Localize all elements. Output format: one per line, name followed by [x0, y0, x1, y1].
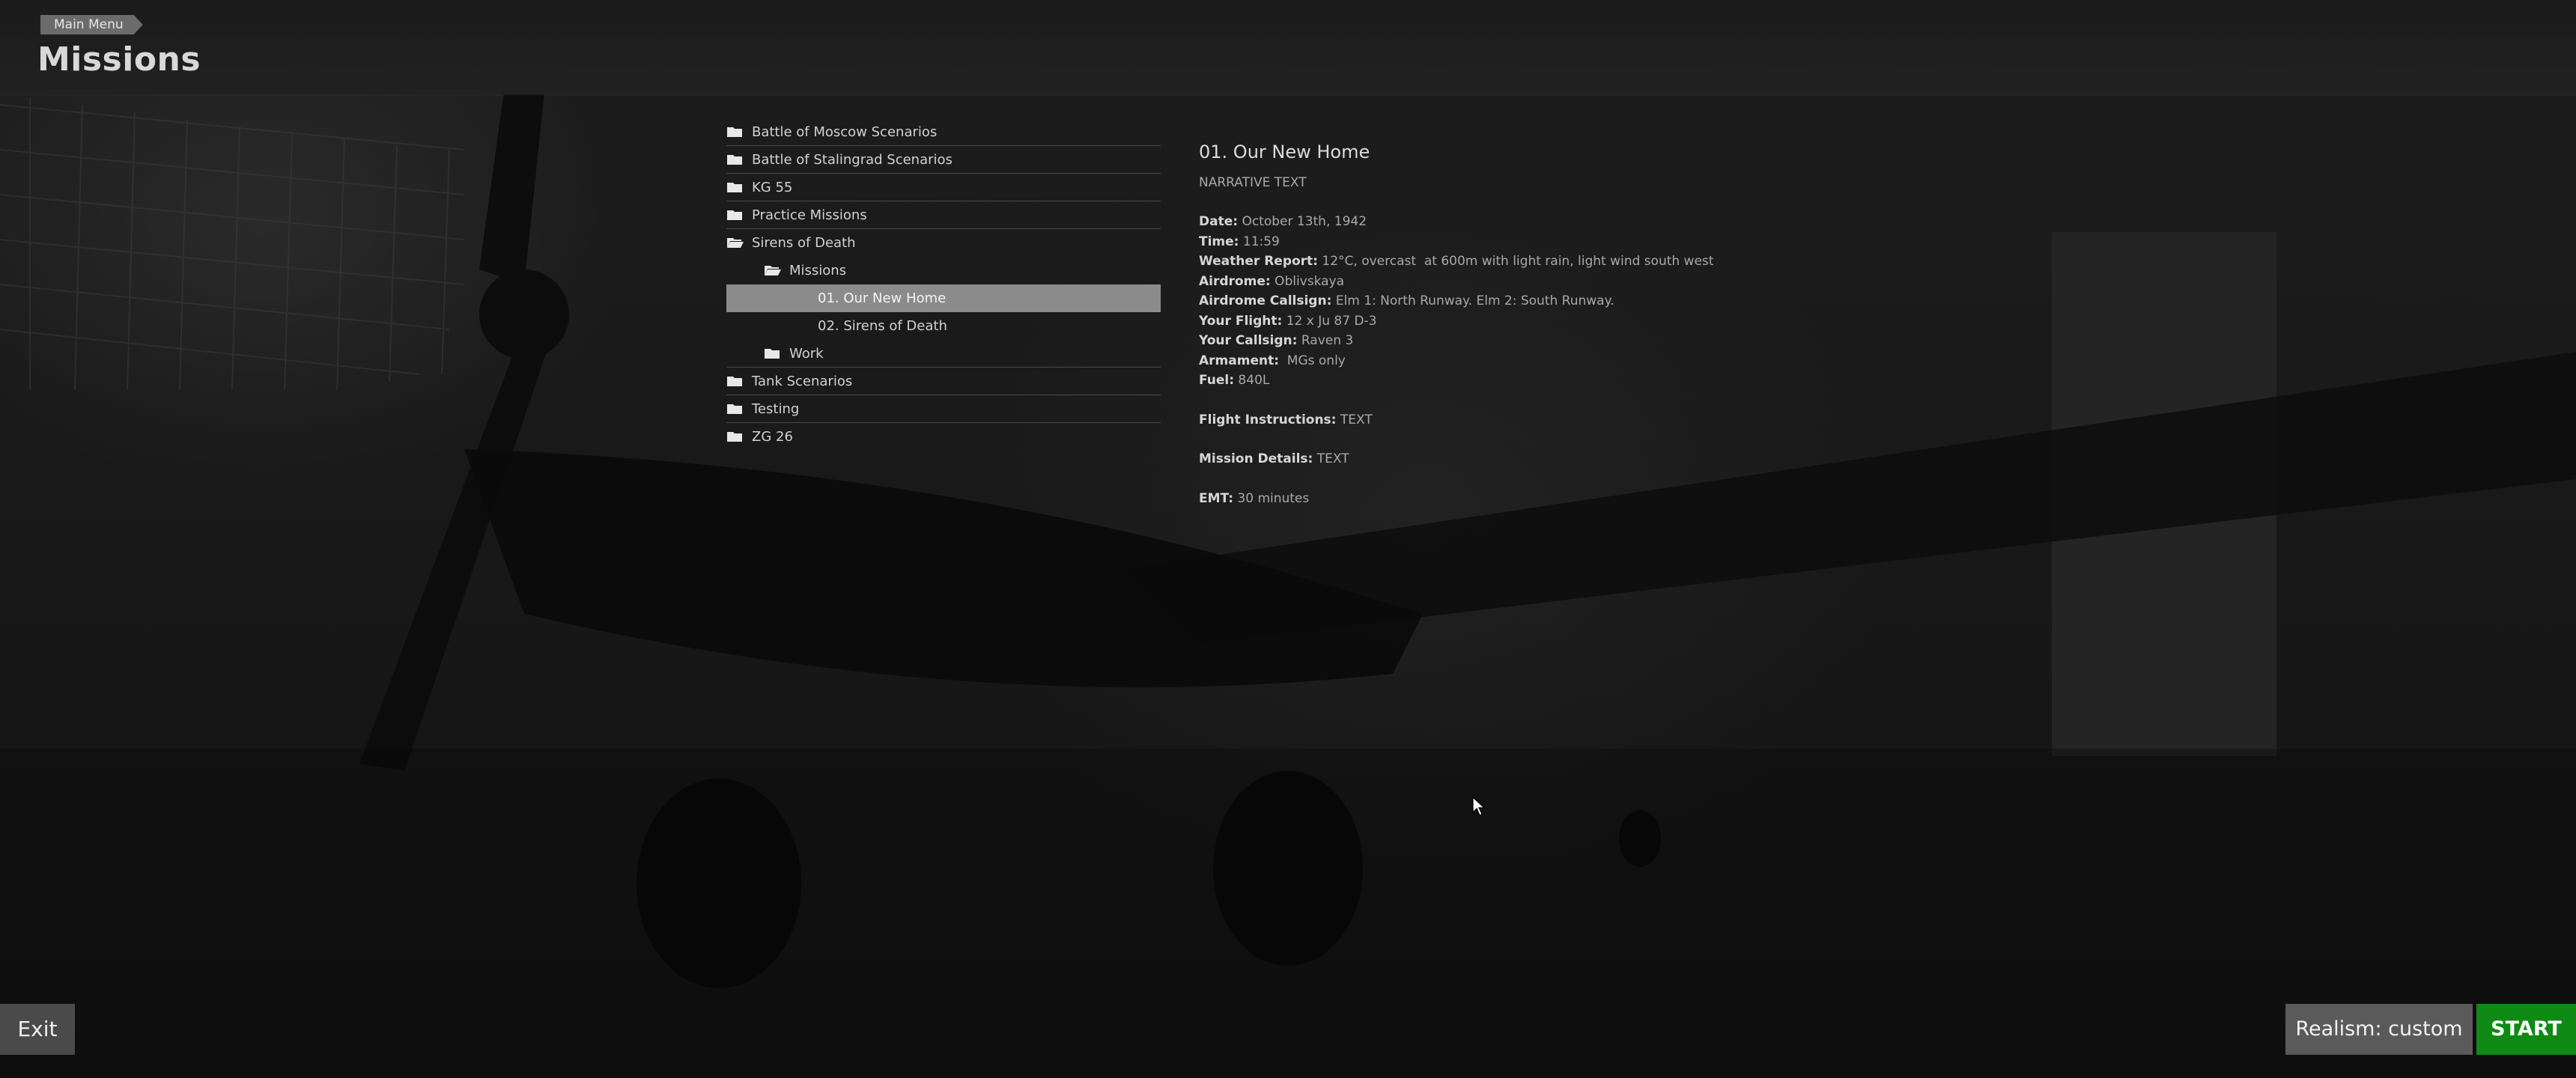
page-title: Missions — [37, 40, 201, 79]
airdrome-callsign-value: Elm 1: North Runway. Elm 2: South Runway… — [1331, 293, 1614, 308]
mission-tree: Battle of Moscow Scenarios Battle of Sta… — [726, 118, 1161, 451]
date-value: October 13th, 1942 — [1238, 214, 1367, 229]
tree-item-work[interactable]: Work — [726, 340, 1161, 368]
tree-item-label: 02. Sirens of Death — [818, 317, 947, 334]
exit-button[interactable]: Exit — [0, 1004, 75, 1055]
mission-details: Mission Details: TEXT — [1199, 449, 1948, 469]
weather-value: 12°C, overcast at 600m with light rain, … — [1318, 254, 1714, 269]
tree-item-missions[interactable]: Missions — [726, 257, 1161, 284]
time-label: Time: — [1199, 234, 1239, 249]
tree-item-sirens-of-death-mission[interactable]: 02. Sirens of Death — [726, 312, 1161, 340]
tree-item-battle-of-stalingrad[interactable]: Battle of Stalingrad Scenarios — [726, 146, 1161, 174]
tree-item-our-new-home[interactable]: 01. Our New Home — [726, 284, 1161, 312]
time-value: 11:59 — [1239, 234, 1280, 249]
mission-flight-instructions: Flight Instructions: TEXT — [1199, 410, 1948, 430]
mission-details-panel: 01. Our New Home NARRATIVE TEXT Date: Oc… — [1199, 142, 1948, 508]
folder-closed-icon — [726, 430, 744, 443]
fuel-value: 840L — [1234, 373, 1270, 388]
tree-item-label: Missions — [789, 262, 847, 278]
folder-open-icon — [726, 236, 744, 249]
mission-time: Time: 11:59 — [1199, 232, 1948, 252]
mission-fuel: Fuel: 840L — [1199, 371, 1948, 391]
mission-weather: Weather Report: 12°C, overcast at 600m w… — [1199, 252, 1948, 272]
tree-item-label: Testing — [752, 401, 800, 417]
mission-emt: EMT: 30 minutes — [1199, 489, 1948, 509]
date-label: Date: — [1199, 214, 1239, 229]
folder-closed-icon — [726, 125, 744, 138]
folder-closed-icon — [726, 374, 744, 388]
flight-label: Your Flight: — [1199, 313, 1283, 329]
tree-item-sirens-of-death[interactable]: Sirens of Death — [726, 229, 1161, 257]
tree-item-label: KG 55 — [752, 179, 793, 195]
tree-item-kg-55[interactable]: KG 55 — [726, 174, 1161, 201]
tree-item-tank-scenarios[interactable]: Tank Scenarios — [726, 368, 1161, 395]
airdrome-value: Oblivskaya — [1270, 273, 1345, 289]
folder-open-icon — [764, 264, 782, 277]
mission-details-label: Mission Details: — [1199, 451, 1313, 466]
armament-label: Armament: — [1199, 353, 1279, 368]
your-callsign-label: Your Callsign: — [1199, 333, 1298, 348]
airdrome-callsign-label: Airdrome Callsign: — [1199, 293, 1332, 308]
tree-item-label: Practice Missions — [752, 207, 867, 223]
weather-label: Weather Report: — [1199, 254, 1318, 269]
tree-item-zg-26[interactable]: ZG 26 — [726, 423, 1161, 451]
mission-date: Date: October 13th, 1942 — [1199, 212, 1948, 232]
mission-narrative: NARRATIVE TEXT — [1199, 174, 1307, 190]
folder-closed-icon — [726, 153, 744, 166]
breadcrumb-main-menu[interactable]: Main Menu — [40, 15, 143, 34]
flight-instructions-label: Flight Instructions: — [1199, 412, 1337, 427]
mission-armament: Armament: MGs only — [1199, 351, 1948, 371]
tree-item-label: Work — [789, 345, 824, 362]
tree-item-label: Battle of Stalingrad Scenarios — [752, 151, 953, 168]
flight-instructions-value: TEXT — [1336, 412, 1373, 427]
mission-your-callsign: Your Callsign: Raven 3 — [1199, 331, 1948, 351]
mission-airdrome: Airdrome: Oblivskaya — [1199, 272, 1948, 292]
emt-value: 30 minutes — [1233, 490, 1310, 506]
mission-flight: Your Flight: 12 x Ju 87 D-3 — [1199, 311, 1948, 332]
tree-item-label: 01. Our New Home — [818, 290, 947, 306]
mission-title: 01. Our New Home — [1199, 141, 1370, 162]
tree-item-label: ZG 26 — [752, 428, 793, 445]
tree-item-battle-of-moscow[interactable]: Battle of Moscow Scenarios — [726, 118, 1161, 146]
realism-button[interactable]: Realism: custom — [2285, 1004, 2473, 1055]
mission-details-value: TEXT — [1313, 451, 1349, 466]
tree-item-testing[interactable]: Testing — [726, 395, 1161, 423]
folder-closed-icon — [726, 208, 744, 222]
folder-closed-icon — [764, 347, 782, 360]
emt-label: EMT: — [1199, 490, 1233, 506]
start-button[interactable]: START — [2476, 1004, 2576, 1055]
mouse-cursor-icon — [1472, 797, 1486, 816]
tree-item-label: Tank Scenarios — [752, 373, 853, 389]
fuel-label: Fuel: — [1199, 373, 1235, 388]
tree-item-label: Sirens of Death — [752, 234, 856, 251]
your-callsign-value: Raven 3 — [1297, 333, 1354, 348]
mission-airdrome-callsign: Airdrome Callsign: Elm 1: North Runway. … — [1199, 291, 1948, 311]
folder-closed-icon — [726, 180, 744, 194]
armament-value: MGs only — [1279, 353, 1346, 368]
folder-closed-icon — [726, 402, 744, 415]
tree-item-practice-missions[interactable]: Practice Missions — [726, 201, 1161, 229]
tree-item-label: Battle of Moscow Scenarios — [752, 124, 938, 140]
flight-value: 12 x Ju 87 D-3 — [1282, 313, 1377, 329]
header-bar — [0, 0, 2576, 94]
airdrome-label: Airdrome: — [1199, 273, 1271, 289]
